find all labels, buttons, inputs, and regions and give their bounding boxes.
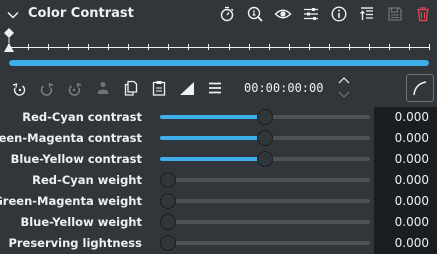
slider-fill [160,136,265,140]
parameter-value-field[interactable]: 0.000 [374,128,437,149]
slider-handle[interactable] [160,235,176,251]
move-up-icon[interactable] [358,5,376,23]
parameter-value-field[interactable]: 0.000 [374,149,437,170]
parameter-label: Green-Magenta contrast [0,131,142,145]
timeline-tick [308,44,310,50]
parameter-value-field[interactable]: 0.000 [374,170,437,191]
parameter-row: Blue-Yellow weight 0.000 [0,212,437,233]
timeline-tick [388,44,390,50]
parameter-label: Red-Cyan contrast [22,110,142,124]
slider-handle[interactable] [257,130,273,146]
timeline-tick [108,44,110,50]
timeline-tick [328,44,330,50]
timeline-tick [168,44,170,50]
keyframe-marker[interactable] [3,28,15,52]
timecode-display[interactable]: 00:00:00:00 [244,80,323,96]
timecode-spinner[interactable] [338,75,350,101]
parameter-value-field[interactable]: 0.000 [374,107,437,128]
timeline-tick [268,44,270,50]
parameter-label: Preserving lightness [8,236,142,250]
timeline-tick [228,44,230,50]
timeline-position-bar[interactable] [9,60,429,66]
slider-handle[interactable] [257,109,273,125]
timeline-tick [248,44,250,50]
chevron-down-icon[interactable] [6,7,20,21]
parameter-row: Green-Magenta contrast 0.000 [0,128,437,149]
parameter-value-field[interactable]: 0.000 [374,233,437,254]
timeline-tick [288,44,290,50]
copy-icon[interactable] [122,79,140,97]
parameter-slider[interactable] [160,235,370,251]
timeline-ticks [8,44,430,52]
timeline-tick [429,44,430,50]
save-disabled-icon [386,5,404,23]
parameter-slider[interactable] [160,130,370,146]
slider-handle[interactable] [160,214,176,230]
parameter-row: Green-Magenta weight 0.000 [0,191,437,212]
slider-handle[interactable] [257,151,273,167]
parameter-label: Green-Magenta weight [0,194,142,208]
timeline-tick [408,44,410,50]
parameter-value-field[interactable]: 0.000 [374,212,437,233]
parameter-row: Blue-Yellow contrast 0.000 [0,149,437,170]
curve-icon[interactable] [406,74,434,102]
effect-title: Color Contrast [28,6,134,21]
parameter-slider[interactable] [160,172,370,188]
keyframe-toolbar: 00:00:00:00 [0,74,437,102]
slider-fill [160,115,265,119]
color-contrast-effect-panel: Color Contrast 00:00:00:00 Red-Cyan cont… [0,0,437,254]
eye-icon[interactable] [274,5,292,23]
settings-sliders-icon[interactable] [302,5,320,23]
timeline-tick [88,44,90,50]
parameter-value-field[interactable]: 0.000 [374,191,437,212]
parameter-label: Blue-Yellow contrast [10,152,142,166]
timeline-tick [128,44,130,50]
add-keyframe-icon [38,79,56,97]
delete-icon[interactable] [414,5,432,23]
parameter-row: Red-Cyan weight 0.000 [0,170,437,191]
slider-handle[interactable] [160,172,176,188]
paste-icon[interactable] [150,79,168,97]
timeline-tick [348,44,350,50]
effect-header: Color Contrast [0,0,437,28]
timer-icon[interactable] [218,5,236,23]
timeline-tick [28,44,30,50]
parameter-slider[interactable] [160,193,370,209]
attach-keyframe-icon [94,79,112,97]
timeline-tick [208,44,210,50]
menu-icon[interactable] [206,79,224,97]
next-keyframe-icon [66,79,84,97]
parameter-label: Red-Cyan weight [32,173,142,187]
parameter-label: Blue-Yellow weight [20,215,142,229]
slider-fill [160,157,265,161]
previous-keyframe-icon[interactable] [10,79,28,97]
parameter-row: Preserving lightness 0.000 [0,233,437,254]
timeline-tick [48,44,50,50]
slider-handle[interactable] [160,193,176,209]
parameter-row: Red-Cyan contrast 0.000 [0,107,437,128]
timeline-tick [68,44,70,50]
timeline-tick [188,44,190,50]
parameter-slider[interactable] [160,214,370,230]
info-icon[interactable] [330,5,348,23]
parameter-slider[interactable] [160,109,370,125]
parameter-slider[interactable] [160,151,370,167]
timeline-tick [148,44,150,50]
keyframe-type-icon[interactable] [178,79,196,97]
timeline-tick [368,44,370,50]
zoom-icon[interactable] [246,5,264,23]
